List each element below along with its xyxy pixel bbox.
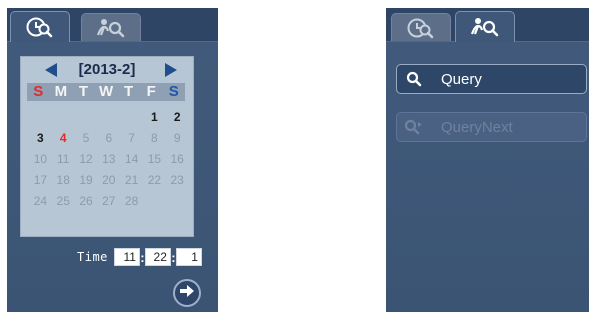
calendar-day[interactable]: 23 (166, 170, 189, 191)
calendar-day[interactable]: 11 (52, 149, 75, 170)
calendar-nav: [2013-2] (21, 61, 193, 79)
time-input-row: Time : : (77, 247, 202, 267)
querynext-button[interactable]: QueryNext (396, 112, 587, 142)
time-search-panel: [2013-2] SMTWTFS 1 2 3 4 5 6 7 8 9 10 11 12 13 14 15 16… (7, 8, 218, 312)
tab-time-search[interactable] (391, 13, 451, 41)
tab-person-search[interactable] (455, 11, 515, 42)
right-tab-bar (386, 8, 589, 42)
calendar-day[interactable]: 1 (143, 107, 166, 128)
calendar-day[interactable]: 25 (52, 191, 75, 212)
calendar-empty-cell (120, 107, 143, 128)
calendar-day[interactable]: 24 (29, 191, 52, 212)
calendar-day[interactable]: 15 (143, 149, 166, 170)
calendar-day[interactable]: 10 (29, 149, 52, 170)
calendar-empty-cell (166, 191, 189, 212)
calendar-day[interactable]: 22 (143, 170, 166, 191)
left-tab-bar (7, 8, 218, 42)
calendar: [2013-2] SMTWTFS 1 2 3 4 5 6 7 8 9 10 11 12 13 14 15 16… (20, 56, 194, 237)
calendar-week-row: 12 (29, 107, 189, 128)
calendar-week-row: 24 25 26 27 28 (29, 191, 189, 212)
weekday-label: S (168, 83, 179, 100)
minute-field[interactable] (144, 248, 171, 266)
search-next-icon (397, 119, 431, 135)
weekday-label: T (124, 83, 134, 100)
calendar-empty-cell (52, 107, 75, 128)
calendar-day[interactable]: 17 (29, 170, 52, 191)
calendar-day[interactable]: 12 (75, 149, 98, 170)
go-button[interactable] (173, 279, 201, 307)
search-icon (397, 71, 431, 87)
calendar-day[interactable]: 2 (166, 107, 189, 128)
person-search-panel: Query QueryNext (386, 8, 589, 312)
arrow-right-icon (179, 284, 195, 303)
second-field[interactable] (175, 248, 202, 266)
calendar-day[interactable]: 4 (52, 128, 75, 149)
weekday-label: F (146, 83, 156, 100)
calendar-day[interactable]: 14 (120, 149, 143, 170)
calendar-day[interactable]: 26 (75, 191, 98, 212)
calendar-day[interactable]: 21 (120, 170, 143, 191)
person-search-icon (95, 17, 127, 39)
calendar-day[interactable]: 27 (97, 191, 120, 212)
calendar-empty-cell (29, 107, 52, 128)
weekday-label: W (98, 83, 114, 100)
calendar-day[interactable]: 7 (120, 128, 143, 149)
next-month-arrow-icon[interactable] (165, 63, 177, 77)
calendar-week-row: 17 18 19 20 21 22 23 (29, 170, 189, 191)
query-button-label: Query (441, 70, 482, 88)
hour-field[interactable] (113, 248, 140, 266)
calendar-empty-cell (75, 107, 98, 128)
weekday-label: M (54, 83, 68, 100)
time-label: Time (77, 250, 108, 264)
query-button[interactable]: Query (396, 64, 587, 94)
calendar-day[interactable]: 18 (52, 170, 75, 191)
clock-search-icon (25, 15, 55, 39)
calendar-day[interactable]: 20 (97, 170, 120, 191)
calendar-weekday-header: SMTWTFS (27, 83, 185, 101)
person-search-icon (469, 16, 501, 38)
tab-time-search[interactable] (10, 11, 70, 42)
calendar-empty-cell (97, 107, 120, 128)
weekday-label: T (78, 83, 89, 100)
calendar-day[interactable]: 19 (75, 170, 98, 191)
calendar-day[interactable]: 6 (97, 128, 120, 149)
calendar-day[interactable]: 28 (120, 191, 143, 212)
calendar-day[interactable]: 5 (75, 128, 98, 149)
calendar-day[interactable]: 8 (143, 128, 166, 149)
querynext-button-label: QueryNext (441, 118, 513, 136)
calendar-day[interactable]: 9 (166, 128, 189, 149)
calendar-day[interactable]: 3 (29, 128, 52, 149)
weekday-label: S (33, 83, 44, 100)
calendar-day[interactable]: 13 (97, 149, 120, 170)
calendar-week-row: 3456789 (29, 128, 189, 149)
calendar-week-row: 10 11 12 13 14 15 16 (29, 149, 189, 170)
calendar-day-grid: 1 2 3 4 5 6 7 8 9 10 11 12 13 14 15 16 17 18 19 20 21 22 23 24 2… (29, 107, 189, 212)
tab-person-search[interactable] (81, 13, 141, 41)
calendar-day[interactable]: 16 (166, 149, 189, 170)
prev-month-arrow-icon[interactable] (45, 63, 57, 77)
clock-search-icon (406, 16, 436, 40)
calendar-empty-cell (143, 191, 166, 212)
